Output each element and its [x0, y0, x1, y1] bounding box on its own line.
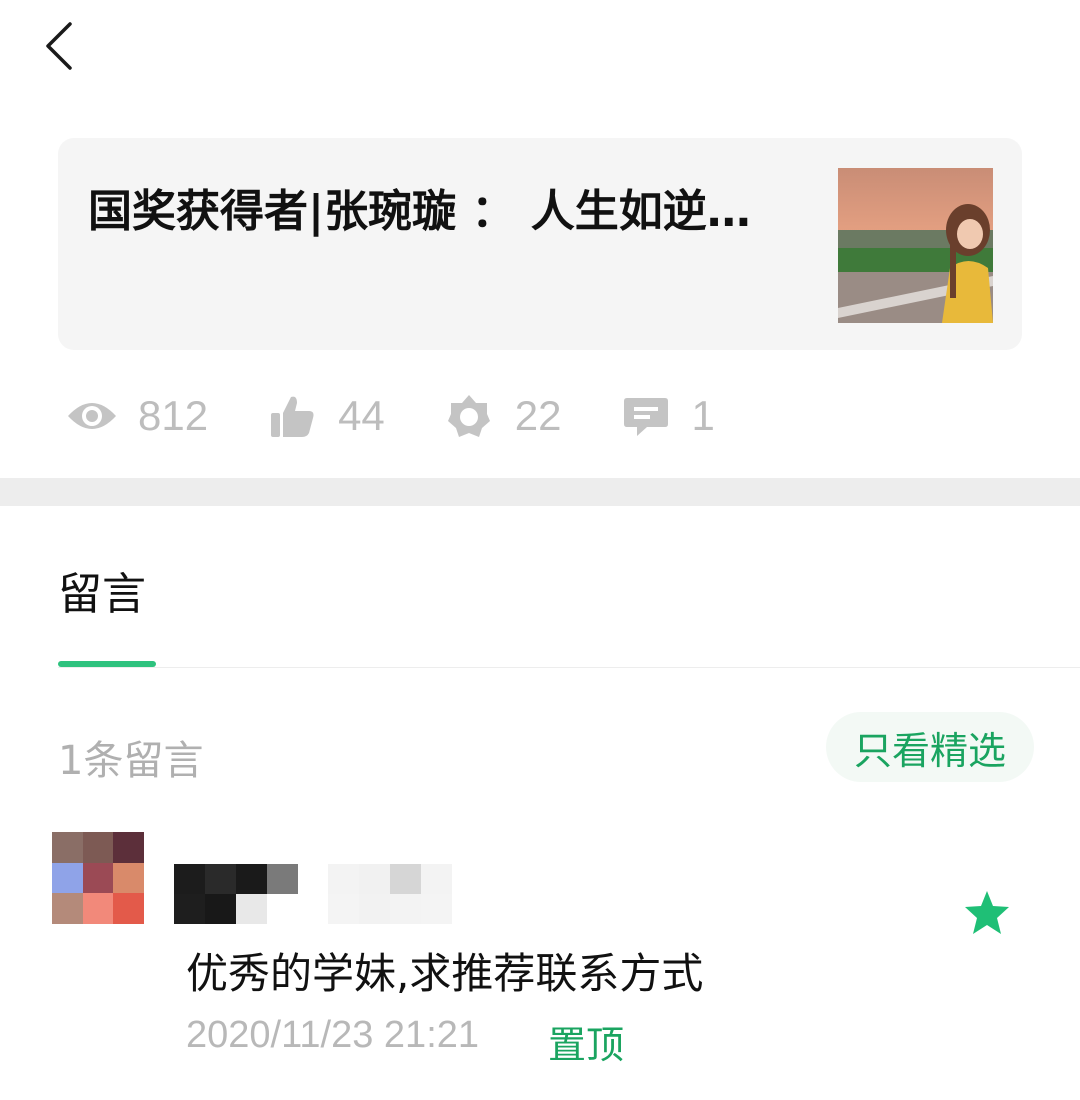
eye-icon: [66, 390, 118, 442]
article-stats: 812 44 22 1: [66, 388, 773, 444]
comments-stat: 1: [620, 390, 715, 442]
thumbs-up-icon: [266, 390, 318, 442]
tab-comments[interactable]: 留言: [58, 558, 146, 622]
wow-flower-icon: [443, 390, 495, 442]
comment-count-label: 1条留言: [58, 738, 204, 784]
article-card[interactable]: 国奖获得者|张琬璇 ： 人生如逆…: [58, 138, 1022, 350]
comment-text: 优秀的学妹,求推荐联系方式: [186, 949, 704, 998]
tab-bar-rule: [58, 667, 1080, 668]
article-summary-section: 国奖获得者|张琬璇 ： 人生如逆… 812 44 22 1: [0, 0, 1080, 478]
featured-only-button[interactable]: 只看精选: [826, 712, 1034, 782]
views-stat: 812: [66, 390, 208, 442]
likes-stat: 44: [266, 390, 385, 442]
wow-stat: 22: [443, 390, 562, 442]
star-icon: [965, 891, 1009, 934]
back-button[interactable]: [36, 18, 92, 74]
pin-comment-button[interactable]: 置顶: [548, 1014, 624, 1069]
likes-count: 44: [338, 392, 385, 439]
commenter-name-redacted: [174, 864, 298, 924]
article-thumbnail: [838, 168, 993, 323]
commenter-avatar[interactable]: [52, 832, 144, 924]
wow-count: 22: [514, 392, 562, 439]
commenter-badge-redacted: [328, 864, 452, 924]
section-divider: [0, 478, 1080, 506]
chevron-left-icon: [46, 22, 72, 70]
star-featured-toggle[interactable]: [962, 888, 1012, 938]
comment-bubble-icon: [620, 390, 672, 442]
comment-timestamp: 2020/11/23 21:21: [186, 1014, 480, 1056]
comments-count: 1: [691, 392, 715, 439]
article-title: 国奖获得者|张琬璇 ： 人生如逆…: [88, 186, 751, 237]
views-count: 812: [138, 392, 209, 439]
